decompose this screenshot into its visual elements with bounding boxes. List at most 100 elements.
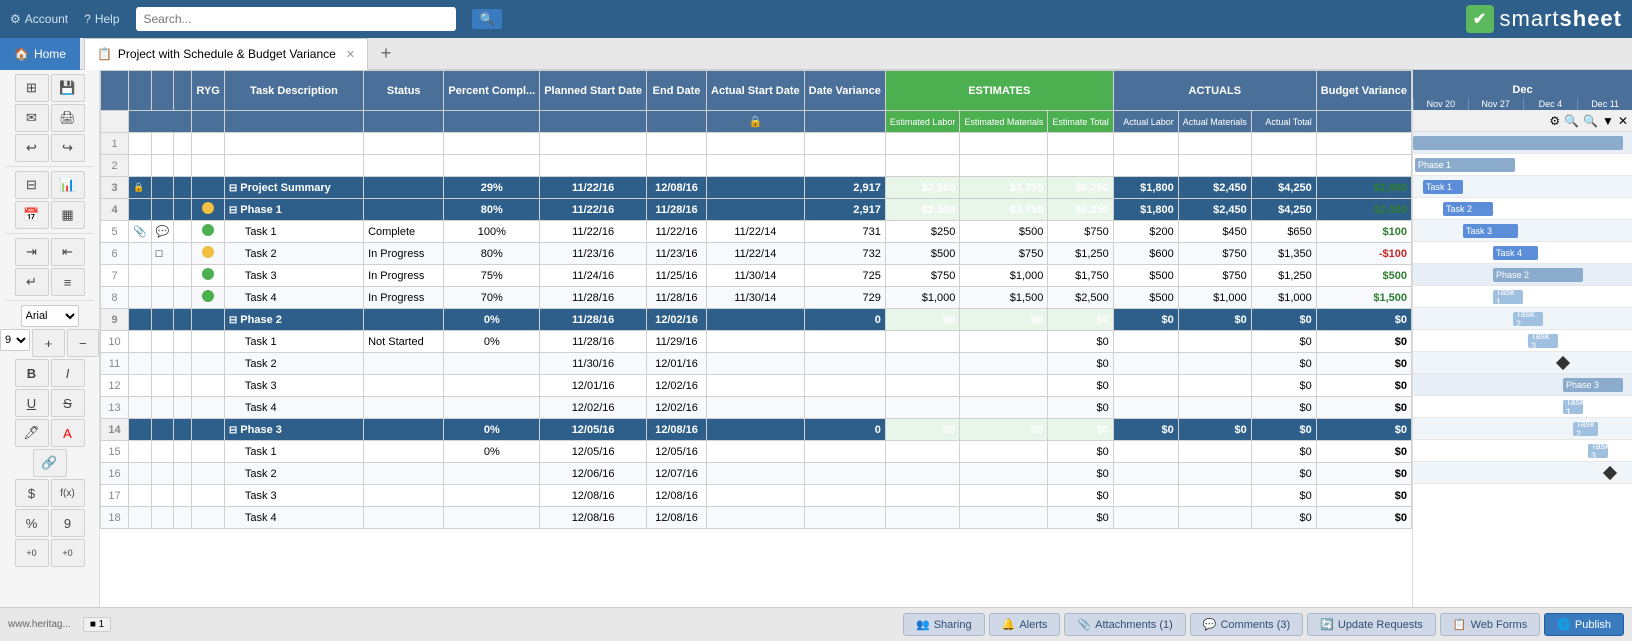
- act-materials-16[interactable]: [1178, 463, 1251, 485]
- date-variance-7[interactable]: 725: [804, 265, 885, 287]
- task-desc-17[interactable]: Task 3: [224, 485, 363, 507]
- search-button[interactable]: 🔍: [472, 9, 503, 29]
- data-row-9[interactable]: 9⊟ Phase 20%11/28/1612/02/160$0$0$0$0$0$…: [101, 309, 1412, 331]
- act-labor-6[interactable]: $600: [1113, 243, 1178, 265]
- status-7[interactable]: In Progress: [364, 265, 444, 287]
- est-materials-10[interactable]: [960, 331, 1048, 353]
- attachments-tab[interactable]: 📎 Attachments (1): [1064, 613, 1185, 636]
- act-labor-8[interactable]: $500: [1113, 287, 1178, 309]
- act-total-14[interactable]: $0: [1251, 419, 1316, 441]
- data-row-15[interactable]: 15Task 10%12/05/1612/05/16$0$0$0: [101, 441, 1412, 463]
- col-planned-start-header[interactable]: Planned Start Date: [540, 71, 647, 111]
- date-variance-15[interactable]: [804, 441, 885, 463]
- budget-variance-12[interactable]: $0: [1316, 375, 1411, 397]
- budget-variance-10[interactable]: $0: [1316, 331, 1411, 353]
- alerts-tab[interactable]: 🔔 Alerts: [989, 613, 1061, 636]
- dec-decrease-button[interactable]: +0: [15, 539, 49, 567]
- act-total-12[interactable]: $0: [1251, 375, 1316, 397]
- date-variance-16[interactable]: [804, 463, 885, 485]
- budget-variance-8[interactable]: $1,500: [1316, 287, 1411, 309]
- task-desc-5[interactable]: Task 1: [224, 221, 363, 243]
- est-materials-17[interactable]: [960, 485, 1048, 507]
- date-variance-10[interactable]: [804, 331, 885, 353]
- est-total-12[interactable]: $0: [1048, 375, 1113, 397]
- data-row-17[interactable]: 17Task 312/08/1612/08/16$0$0$0: [101, 485, 1412, 507]
- date-variance-12[interactable]: [804, 375, 885, 397]
- align-button[interactable]: ≡: [51, 268, 85, 296]
- est-labor-3[interactable]: $2,500: [885, 177, 960, 199]
- act-total-4[interactable]: $4,250: [1251, 199, 1316, 221]
- act-labor-13[interactable]: [1113, 397, 1178, 419]
- status-18[interactable]: [364, 507, 444, 529]
- planned-start-5[interactable]: 11/22/16: [540, 221, 647, 243]
- est-materials-13[interactable]: [960, 397, 1048, 419]
- end-date-18[interactable]: 12/08/16: [647, 507, 707, 529]
- data-row-18[interactable]: 18Task 412/08/1612/08/16$0$0$0: [101, 507, 1412, 529]
- est-materials-7[interactable]: $1,000: [960, 265, 1048, 287]
- task-desc-18[interactable]: Task 4: [224, 507, 363, 529]
- date-variance-11[interactable]: [804, 353, 885, 375]
- planned-start-9[interactable]: 11/28/16: [540, 309, 647, 331]
- planned-start-12[interactable]: 12/01/16: [540, 375, 647, 397]
- planned-start-15[interactable]: 12/05/16: [540, 441, 647, 463]
- actual-start-11[interactable]: [707, 353, 805, 375]
- table-button[interactable]: ⊟: [15, 171, 49, 199]
- act-materials-12[interactable]: [1178, 375, 1251, 397]
- budget-variance-9[interactable]: $0: [1316, 309, 1411, 331]
- end-date-13[interactable]: 12/02/16: [647, 397, 707, 419]
- est-total-14[interactable]: $0: [1048, 419, 1113, 441]
- end-date-7[interactable]: 11/25/16: [647, 265, 707, 287]
- date-variance-5[interactable]: 731: [804, 221, 885, 243]
- est-total-5[interactable]: $750: [1048, 221, 1113, 243]
- act-total-8[interactable]: $1,000: [1251, 287, 1316, 309]
- date-variance-6[interactable]: 732: [804, 243, 885, 265]
- pct-7[interactable]: 75%: [444, 265, 540, 287]
- est-materials-6[interactable]: $750: [960, 243, 1048, 265]
- planned-start-18[interactable]: 12/08/16: [540, 507, 647, 529]
- est-labor-12[interactable]: [885, 375, 960, 397]
- est-total-15[interactable]: $0: [1048, 441, 1113, 463]
- currency-button[interactable]: $: [15, 479, 49, 507]
- text-color-button[interactable]: A: [51, 419, 85, 447]
- act-materials-15[interactable]: [1178, 441, 1251, 463]
- act-labor-14[interactable]: $0: [1113, 419, 1178, 441]
- act-labor-11[interactable]: [1113, 353, 1178, 375]
- act-labor-17[interactable]: [1113, 485, 1178, 507]
- planned-start-10[interactable]: 11/28/16: [540, 331, 647, 353]
- pct-12[interactable]: [444, 375, 540, 397]
- pct-16[interactable]: [444, 463, 540, 485]
- act-labor-16[interactable]: [1113, 463, 1178, 485]
- est-materials-5[interactable]: $500: [960, 221, 1048, 243]
- est-total-13[interactable]: $0: [1048, 397, 1113, 419]
- planned-start-8[interactable]: 11/28/16: [540, 287, 647, 309]
- pct-6[interactable]: 80%: [444, 243, 540, 265]
- est-total-3[interactable]: $6,250: [1048, 177, 1113, 199]
- data-row-11[interactable]: 11Task 211/30/1612/01/16$0$0$0: [101, 353, 1412, 375]
- budget-variance-3[interactable]: $2,000: [1316, 177, 1411, 199]
- est-labor-5[interactable]: $250: [885, 221, 960, 243]
- est-total-16[interactable]: $0: [1048, 463, 1113, 485]
- col-end-date-header[interactable]: End Date: [647, 71, 707, 111]
- actual-start-8[interactable]: 11/30/14: [707, 287, 805, 309]
- status-8[interactable]: In Progress: [364, 287, 444, 309]
- publish-tab[interactable]: 🌐 Publish: [1544, 613, 1624, 636]
- status-14[interactable]: [364, 419, 444, 441]
- planned-start-4[interactable]: 11/22/16: [540, 199, 647, 221]
- actual-start-15[interactable]: [707, 441, 805, 463]
- est-total-11[interactable]: $0: [1048, 353, 1113, 375]
- task-desc-9[interactable]: ⊟ Phase 2: [224, 309, 363, 331]
- est-labor-9[interactable]: $0: [885, 309, 960, 331]
- act-total-13[interactable]: $0: [1251, 397, 1316, 419]
- pct-8[interactable]: 70%: [444, 287, 540, 309]
- actual-start-16[interactable]: [707, 463, 805, 485]
- actual-start-9[interactable]: [707, 309, 805, 331]
- planned-start-7[interactable]: 11/24/16: [540, 265, 647, 287]
- task-desc-12[interactable]: Task 3: [224, 375, 363, 397]
- act-materials-8[interactable]: $1,000: [1178, 287, 1251, 309]
- data-row-6[interactable]: 6□Task 2In Progress80%11/23/1611/23/1611…: [101, 243, 1412, 265]
- end-date-15[interactable]: 12/05/16: [647, 441, 707, 463]
- grid-view-button[interactable]: ⊞: [15, 74, 49, 102]
- act-total-6[interactable]: $1,350: [1251, 243, 1316, 265]
- pct-17[interactable]: [444, 485, 540, 507]
- est-materials-15[interactable]: [960, 441, 1048, 463]
